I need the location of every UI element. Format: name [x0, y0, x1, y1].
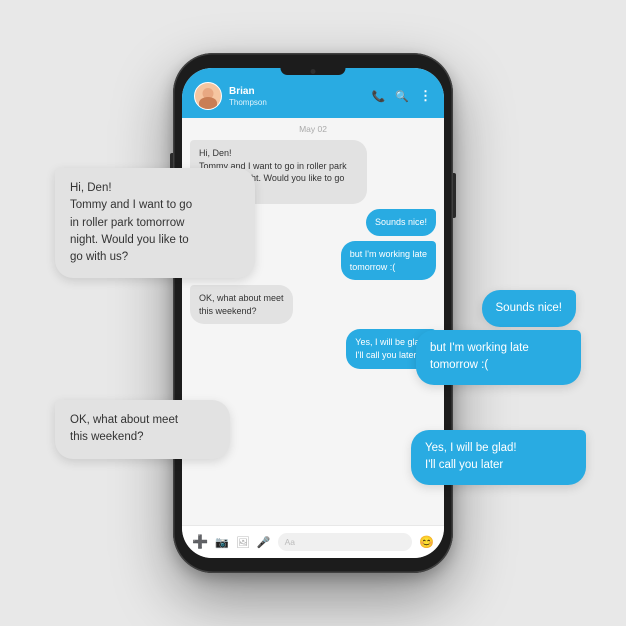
input-placeholder: Aa [285, 537, 295, 547]
front-camera [311, 69, 316, 74]
contact-name: Brian [229, 86, 365, 98]
message-2: Sounds nice! [366, 209, 436, 236]
phone-device: Brian Thompson 📞 🔍 ⋮ May 02 Hi, Den!Tomm… [173, 53, 453, 573]
add-icon[interactable]: ➕ [192, 534, 208, 550]
search-icon[interactable]: 🔍 [395, 90, 409, 103]
more-icon[interactable]: ⋮ [419, 88, 432, 104]
floating-bubble-5: Yes, I will be glad!I'll call you later [411, 430, 586, 485]
date-separator: May 02 [182, 118, 444, 136]
emoji-icon[interactable]: 😊 [419, 535, 434, 549]
image-icon[interactable]: 🖼 [236, 536, 250, 549]
chat-header: Brian Thompson 📞 🔍 ⋮ [182, 68, 444, 118]
floating-bubble-1: Hi, Den! Tommy and I want to go in rolle… [55, 168, 255, 278]
mic-icon[interactable]: 🎤 [257, 536, 271, 549]
message-3: but I'm working latetomorrow :( [341, 241, 436, 280]
floating-bubble-4: OK, what about meetthis weekend? [55, 400, 230, 459]
header-actions: 📞 🔍 ⋮ [372, 88, 432, 104]
camera-icon[interactable]: 📷 [215, 536, 229, 549]
floating-bubble-2: Sounds nice! [482, 290, 577, 327]
floating-bubble-3: but I'm working latetomorrow :( [416, 330, 581, 385]
contact-sub: Thompson [229, 98, 365, 107]
chat-toolbar: ➕ 📷 🖼 🎤 Aa 😊 [182, 525, 444, 558]
message-4: OK, what about meetthis weekend? [190, 285, 293, 324]
avatar [194, 82, 222, 110]
header-contact-info: Brian Thompson [229, 86, 365, 107]
text-input-bar[interactable]: Aa [278, 533, 412, 551]
call-icon[interactable]: 📞 [372, 90, 386, 103]
phone-screen: Brian Thompson 📞 🔍 ⋮ May 02 Hi, Den!Tomm… [182, 68, 444, 558]
